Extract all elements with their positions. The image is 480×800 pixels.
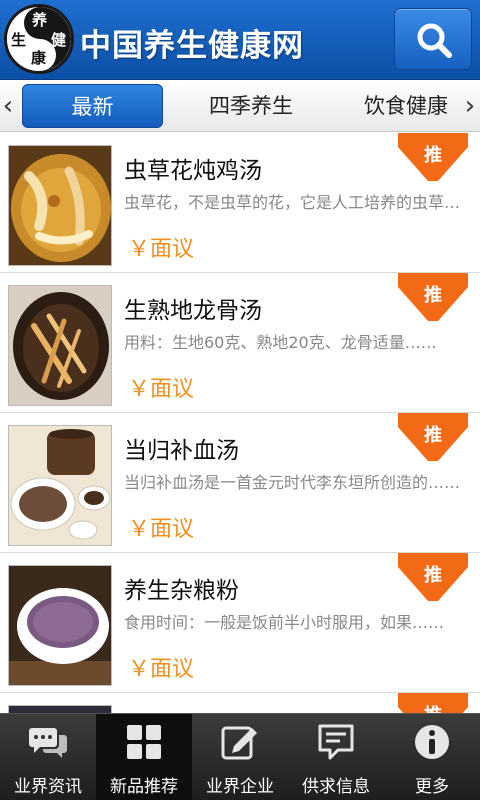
recommended-badge: 推 (398, 693, 468, 713)
scroll-right-arrow-icon[interactable]: › (462, 90, 478, 122)
nav-label: 更多 (415, 777, 449, 797)
nav-supply-demand[interactable]: 供求信息 (288, 714, 384, 800)
site-title: 中国养生健康网 (80, 28, 304, 64)
item-price: ￥面议 (128, 377, 195, 402)
item-title: 生熟地龙骨汤 (124, 298, 262, 324)
recommended-badge: 推 (398, 273, 468, 321)
info-icon (415, 725, 449, 759)
app-header: 养 健 生 康 中国养生健康网 (0, 0, 480, 80)
nav-industry-companies[interactable]: 业界企业 (192, 714, 288, 800)
recommended-badge: 推 (398, 413, 468, 461)
tab-diet-health[interactable]: 饮食健康 (352, 84, 460, 128)
nav-label: 业界企业 (206, 777, 274, 797)
product-thumbnail (8, 425, 112, 546)
item-title: 养生杂粮粉 (124, 578, 239, 604)
logo-char: 生 (11, 31, 27, 49)
badge-label: 推 (398, 701, 468, 713)
tab-seasonal-health[interactable]: 四季养生 (192, 84, 310, 128)
nav-label: 业界资讯 (14, 777, 82, 797)
product-thumbnail (8, 145, 112, 266)
badge-label: 推 (424, 565, 442, 586)
item-price: ￥面议 (128, 517, 195, 542)
recommended-badge: 推 (398, 553, 468, 601)
nav-label: 新品推荐 (110, 777, 178, 797)
logo-char: 养 (32, 11, 48, 29)
nav-label: 供求信息 (302, 777, 370, 797)
search-button[interactable] (394, 8, 472, 70)
item-title: 当归补血汤 (124, 438, 239, 464)
product-thumbnail (8, 705, 112, 713)
badge-label: 推 (424, 145, 442, 166)
item-description: 食用时间：一般是饭前半小时服用，如果…… (124, 613, 445, 632)
item-description: 虫草花，不是虫草的花，它是人工培养的虫草子实体…… (124, 193, 468, 212)
chat-bubbles-icon (29, 728, 67, 758)
list-item[interactable]: 虫草花炖鸡汤 虫草花，不是虫草的花，它是人工培养的虫草子实体…… ￥面议 推 (0, 133, 480, 273)
tab-latest[interactable]: 最新 (22, 84, 163, 128)
logo-char: 健 (51, 31, 67, 49)
item-price: ￥面议 (128, 237, 195, 262)
list-item[interactable]: 推 (0, 693, 480, 713)
scroll-left-arrow-icon[interactable]: ‹ (0, 90, 16, 122)
product-thumbnail (8, 285, 112, 406)
product-thumbnail (8, 565, 112, 686)
item-description: 当归补血汤是一首金元时代李东垣所创造的…… (124, 473, 461, 492)
item-description: 用料：生地60克、熟地20克、龙骨适量…… (124, 333, 437, 352)
item-price: ￥面议 (128, 657, 195, 682)
product-list[interactable]: 虫草花炖鸡汤 虫草花，不是虫草的花，它是人工培养的虫草子实体…… ￥面议 推 生… (0, 133, 480, 713)
message-icon (318, 724, 354, 760)
list-item[interactable]: 生熟地龙骨汤 用料：生地60克、熟地20克、龙骨适量…… ￥面议 推 (0, 273, 480, 413)
badge-label: 推 (424, 425, 442, 446)
search-icon (417, 23, 452, 58)
nav-new-products[interactable]: 新品推荐 (96, 714, 192, 800)
logo-char: 康 (31, 49, 47, 67)
nav-industry-news[interactable]: 业界资讯 (0, 714, 96, 800)
list-item[interactable]: 当归补血汤 当归补血汤是一首金元时代李东垣所创造的…… ￥面议 推 (0, 413, 480, 553)
item-title: 虫草花炖鸡汤 (124, 158, 262, 184)
category-tabbar: ‹ 最新 四季养生 饮食健康 › (0, 80, 480, 132)
site-logo[interactable]: 养 健 生 康 (4, 4, 74, 74)
edit-icon (221, 726, 257, 760)
bottom-navigation: 业界资讯 新品推荐 业界企业 供求信息 更多 (0, 713, 480, 800)
recommended-badge: 推 (398, 133, 468, 181)
grid-icon (127, 725, 161, 759)
nav-more[interactable]: 更多 (384, 714, 480, 800)
list-item[interactable]: 养生杂粮粉 食用时间：一般是饭前半小时服用，如果…… ￥面议 推 (0, 553, 480, 693)
badge-label: 推 (424, 285, 442, 306)
